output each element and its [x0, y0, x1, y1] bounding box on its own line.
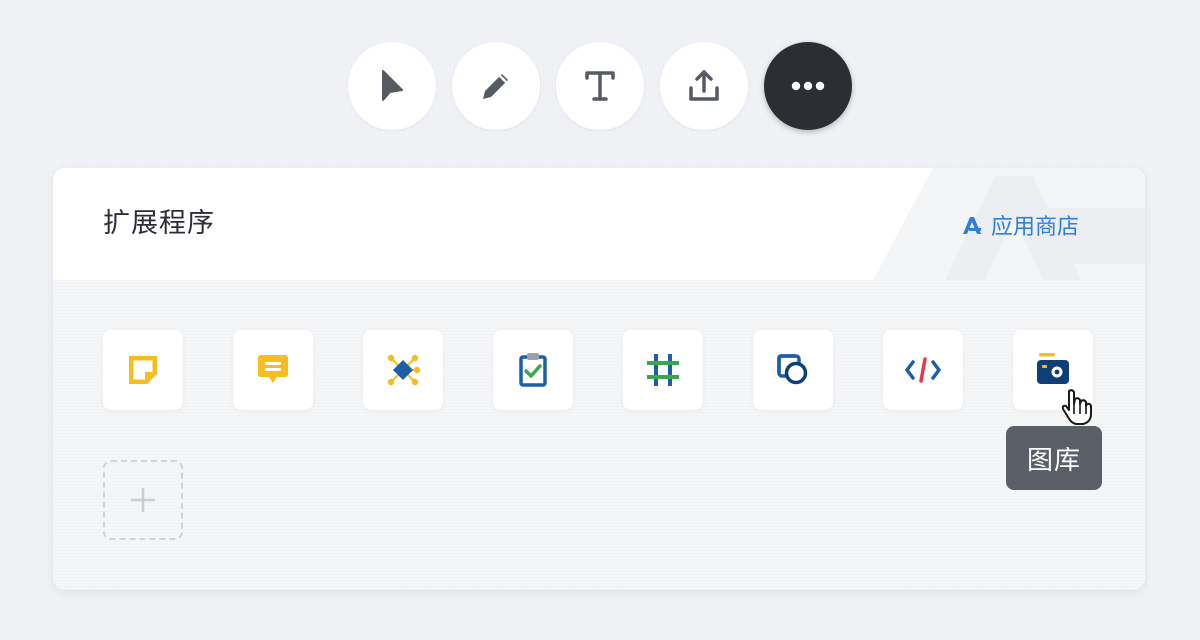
app-store-icon	[961, 214, 983, 236]
add-extension-button[interactable]	[103, 460, 183, 540]
comment-icon	[258, 355, 288, 383]
panel-body	[53, 280, 1145, 590]
tooltip: 图库	[1006, 426, 1102, 490]
crop-frame-icon	[647, 354, 679, 386]
canvas-background: 扩展程序 应用商店 图库	[0, 0, 1200, 640]
app-store-link[interactable]: 应用商店	[961, 210, 1079, 240]
select-tool-button[interactable]	[348, 42, 436, 130]
app-store-label: 应用商店	[990, 215, 1079, 240]
app-tile-task-checklist[interactable]	[493, 330, 573, 410]
hand-pointer-cursor-icon	[1061, 389, 1092, 425]
more-tool-button[interactable]	[764, 42, 852, 130]
upload-icon	[689, 70, 719, 101]
cursor-arrow-icon	[382, 70, 403, 101]
pencil-icon	[483, 74, 508, 99]
text-icon	[585, 71, 615, 101]
share-tool-button[interactable]	[660, 42, 748, 130]
shape-icon	[777, 354, 808, 385]
app-tile-shapes[interactable]	[753, 330, 833, 410]
mind-map-icon	[387, 354, 421, 386]
code-embed-icon	[905, 357, 941, 383]
top-toolbar	[0, 0, 1200, 140]
pen-tool-button[interactable]	[452, 42, 540, 130]
text-tool-button[interactable]	[556, 42, 644, 130]
app-tile-frame[interactable]	[623, 330, 703, 410]
plus-icon	[130, 487, 156, 513]
app-tile-embed[interactable]	[883, 330, 963, 410]
panel-title: 扩展程序	[103, 208, 215, 239]
sticky-note-icon	[129, 356, 157, 384]
panel-header: 扩展程序 应用商店	[53, 168, 1145, 280]
extensions-panel: 扩展程序 应用商店	[53, 168, 1145, 590]
more-dots-icon	[791, 81, 825, 91]
app-tile-mind-map[interactable]	[363, 330, 443, 410]
app-tile-comment[interactable]	[233, 330, 313, 410]
clipboard-check-icon	[519, 353, 547, 387]
photo-library-icon	[1037, 353, 1069, 384]
app-tile-sticky-note[interactable]	[103, 330, 183, 410]
